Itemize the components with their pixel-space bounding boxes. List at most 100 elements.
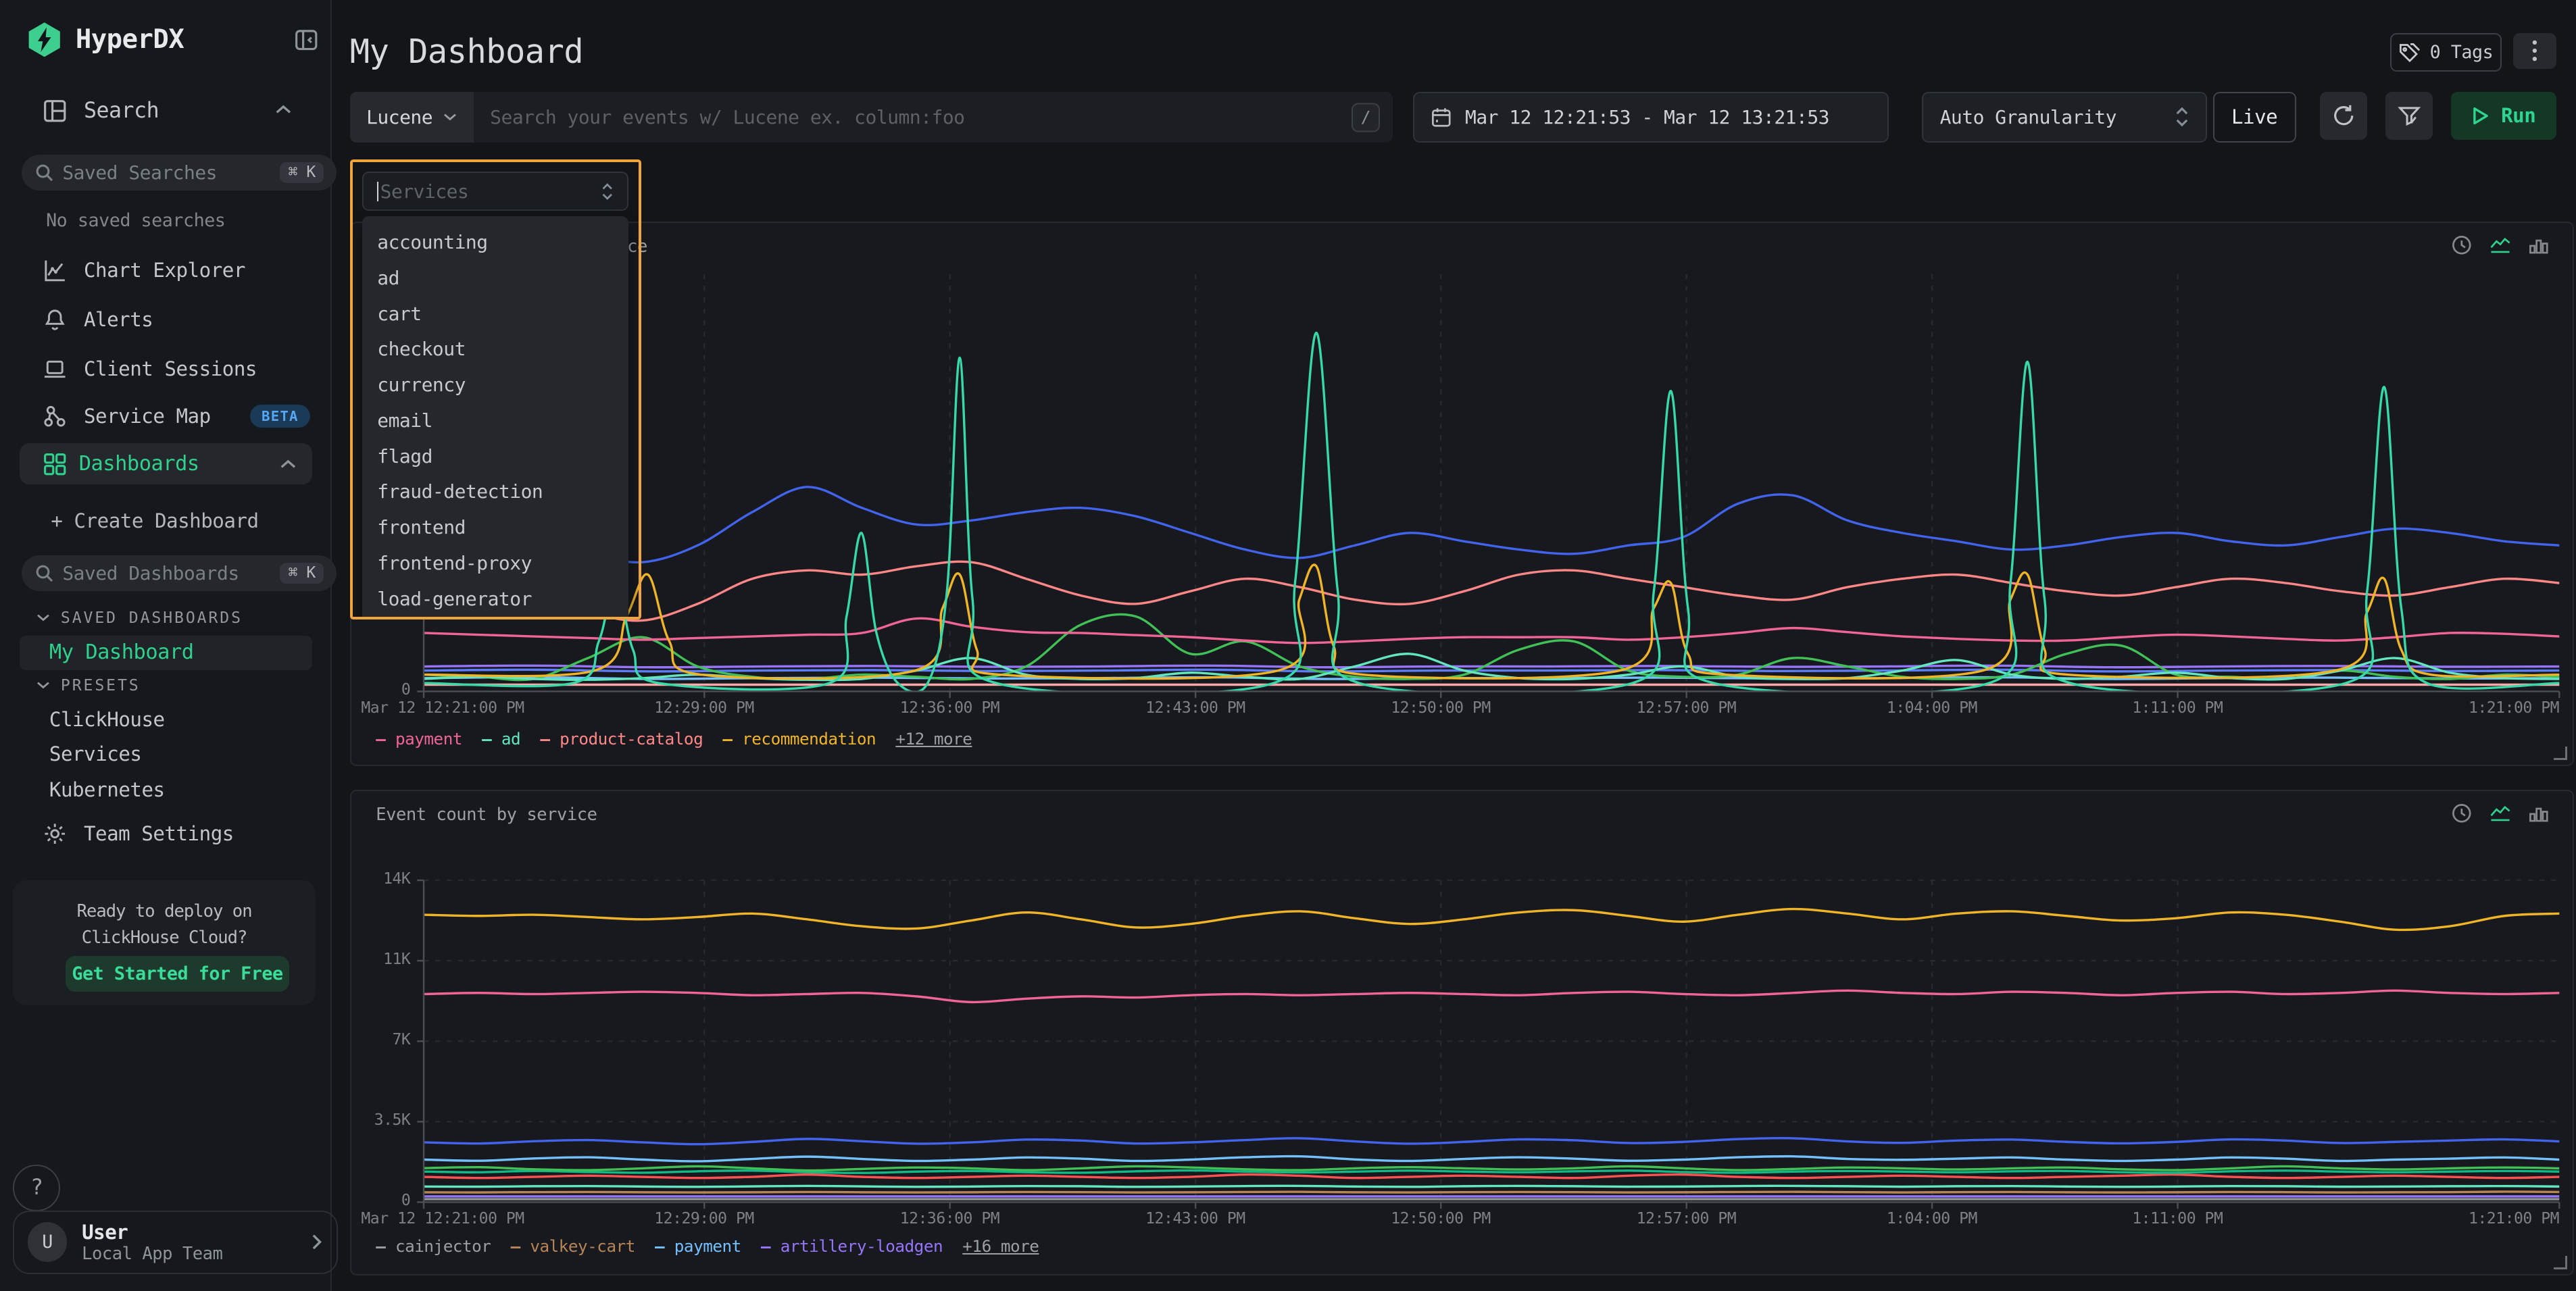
x-tick-label: Mar 12 12:21:00 PM xyxy=(361,1210,524,1227)
legend-label: product-catalog xyxy=(560,729,703,749)
chevron-up-icon[interactable] xyxy=(274,103,293,116)
tags-button[interactable]: 0 Tags xyxy=(2390,33,2501,72)
sidebar-item-chart-explorer[interactable]: Chart Explorer xyxy=(43,258,245,282)
sidebar-item-team-settings[interactable]: Team Settings xyxy=(43,821,234,846)
saved-dashboards-input[interactable]: Saved Dashboards ⌘ K xyxy=(22,555,337,591)
granularity-select[interactable]: Auto Granularity xyxy=(1922,92,2207,142)
sidebar-item-service-map[interactable]: Service Map BETA xyxy=(43,404,309,428)
legend-swatch: — xyxy=(761,1236,770,1256)
y-tick-label: 7K xyxy=(361,1031,410,1048)
gear-icon xyxy=(43,821,67,846)
live-button[interactable]: Live xyxy=(2213,92,2296,142)
x-tick-label: 1:11:00 PM xyxy=(2132,699,2223,717)
sidebar-item-clickhouse[interactable]: ClickHouse xyxy=(49,708,165,731)
filter-edit-icon xyxy=(2397,103,2421,128)
dropdown-option[interactable]: ad xyxy=(362,260,628,296)
chevron-up-down-icon xyxy=(601,182,614,201)
resize-handle[interactable] xyxy=(2554,1256,2567,1269)
legend-swatch: — xyxy=(482,729,491,749)
sidebar-item-client-sessions[interactable]: Client Sessions xyxy=(43,357,257,381)
sidebar-item-dashboards[interactable]: Dashboards xyxy=(20,443,312,484)
x-tick-label: 12:29:00 PM xyxy=(654,699,754,717)
filter-button[interactable] xyxy=(2385,92,2433,139)
dropdown-option[interactable]: load-generator xyxy=(362,581,628,617)
service-map-icon xyxy=(43,404,67,428)
clickhouse-cloud-promo: Ready to deploy on ClickHouse Cloud? Get… xyxy=(13,880,315,1005)
x-tick-label: 12:43:00 PM xyxy=(1145,699,1245,717)
x-tick-label: Mar 12 12:21:00 PM xyxy=(361,699,524,717)
dropdown-option[interactable]: checkout xyxy=(362,331,628,367)
dropdown-option[interactable]: fraud-detection xyxy=(362,474,628,509)
legend-item: —ad xyxy=(482,729,520,749)
services-options-menu: accountingadcartcheckoutcurrencyemailfla… xyxy=(362,216,628,619)
legend-swatch: — xyxy=(511,1236,520,1256)
get-started-button[interactable]: Get Started for Free xyxy=(66,956,289,992)
sidebar-item-alerts[interactable]: Alerts xyxy=(43,307,153,332)
legend-swatch: — xyxy=(540,729,549,749)
bar-chart-mode-icon[interactable] xyxy=(2528,803,2550,824)
line-chart-mode-icon[interactable] xyxy=(2489,234,2512,256)
section-saved-dashboards[interactable]: SAVED DASHBOARDS xyxy=(36,609,242,627)
user-menu[interactable]: U User Local App Team xyxy=(13,1211,337,1274)
time-mode-icon[interactable] xyxy=(2451,803,2473,824)
y-tick-label: 3.5K xyxy=(361,1111,410,1129)
refresh-button[interactable] xyxy=(2320,92,2367,139)
run-button[interactable]: Run xyxy=(2451,92,2556,139)
bar-chart-mode-icon[interactable] xyxy=(2528,234,2550,256)
y-tick-label: 0 xyxy=(361,1192,410,1209)
dropdown-option[interactable]: cart xyxy=(362,296,628,332)
chart-legend: —cainjector—valkey-cart—payment—artiller… xyxy=(376,1236,1039,1256)
sidebar-item-kubernetes[interactable]: Kubernetes xyxy=(49,778,165,801)
sidebar-item-search[interactable]: Search xyxy=(43,99,159,123)
services-input[interactable]: Services xyxy=(362,172,628,210)
sidebar-item-services[interactable]: Services xyxy=(49,742,142,765)
dropdown-option[interactable]: currency xyxy=(362,367,628,403)
dropdown-option[interactable]: frontend xyxy=(362,509,628,545)
section-presets[interactable]: PRESETS xyxy=(36,677,140,694)
x-tick-label: 1:11:00 PM xyxy=(2132,1210,2223,1227)
chevron-down-icon xyxy=(36,612,51,624)
resize-handle[interactable] xyxy=(2554,746,2567,760)
legend-item: —valkey-cart xyxy=(511,1236,635,1256)
search-input[interactable]: Search your events w/ Lucene ex. column:… xyxy=(474,92,1393,143)
x-tick-label: 1:04:00 PM xyxy=(1887,699,1977,717)
sidebar: HyperDX Search Saved Searches ⌘ K No sav… xyxy=(0,0,332,1291)
saved-searches-input[interactable]: Saved Searches ⌘ K xyxy=(22,155,337,191)
legend-item: — product-catalog xyxy=(540,729,703,749)
legend-item: — payment xyxy=(376,729,462,749)
x-tick-label: 12:50:00 PM xyxy=(1391,699,1491,717)
collapse-sidebar-icon[interactable] xyxy=(294,28,318,52)
legend-item: —recommendation xyxy=(722,729,876,749)
event-search-bar: Lucene Search your events w/ Lucene ex. … xyxy=(350,92,1393,143)
dropdown-option[interactable]: email xyxy=(362,403,628,438)
legend-label: payment xyxy=(395,729,462,749)
legend-more-link[interactable]: +16 more xyxy=(962,1236,1039,1256)
laptop-icon xyxy=(43,357,67,381)
hyperdx-app: HyperDX Search Saved Searches ⌘ K No sav… xyxy=(0,0,2576,1291)
line-chart-mode-icon[interactable] xyxy=(2489,803,2512,824)
x-tick-label: 12:36:00 PM xyxy=(900,1210,1000,1227)
create-dashboard-button[interactable]: + Create Dashboard xyxy=(51,509,258,532)
refresh-icon xyxy=(2331,103,2356,128)
sidebar-item-my-dashboard[interactable]: My Dashboard xyxy=(20,636,312,670)
promo-text: Ready to deploy on ClickHouse Cloud? xyxy=(13,880,315,952)
help-button[interactable]: ? xyxy=(13,1165,60,1212)
time-range-picker[interactable]: Mar 12 12:21:53 - Mar 12 13:21:53 xyxy=(1413,92,1889,142)
x-tick-label: 1:21:00 PM xyxy=(2469,1210,2559,1227)
legend-item: —payment xyxy=(655,1236,741,1256)
legend-more-link[interactable]: +12 more xyxy=(895,729,972,749)
legend-swatch: — xyxy=(376,1236,385,1256)
dashboard-menu-button[interactable] xyxy=(2513,33,2556,69)
beta-badge: BETA xyxy=(250,405,310,428)
time-mode-icon[interactable] xyxy=(2451,234,2473,256)
x-tick-label: 1:21:00 PM xyxy=(2469,699,2559,717)
dropdown-option[interactable]: accounting xyxy=(362,224,628,260)
legend-swatch: — xyxy=(376,729,385,749)
dropdown-option[interactable]: flagd xyxy=(362,438,628,474)
y-tick-label: 0 xyxy=(361,681,410,699)
dropdown-option[interactable]: frontend-proxy xyxy=(362,545,628,581)
chart-canvas xyxy=(424,880,2559,1202)
query-language-select[interactable]: Lucene xyxy=(350,92,474,143)
bell-icon xyxy=(43,307,67,332)
search-panel-icon xyxy=(43,99,67,123)
